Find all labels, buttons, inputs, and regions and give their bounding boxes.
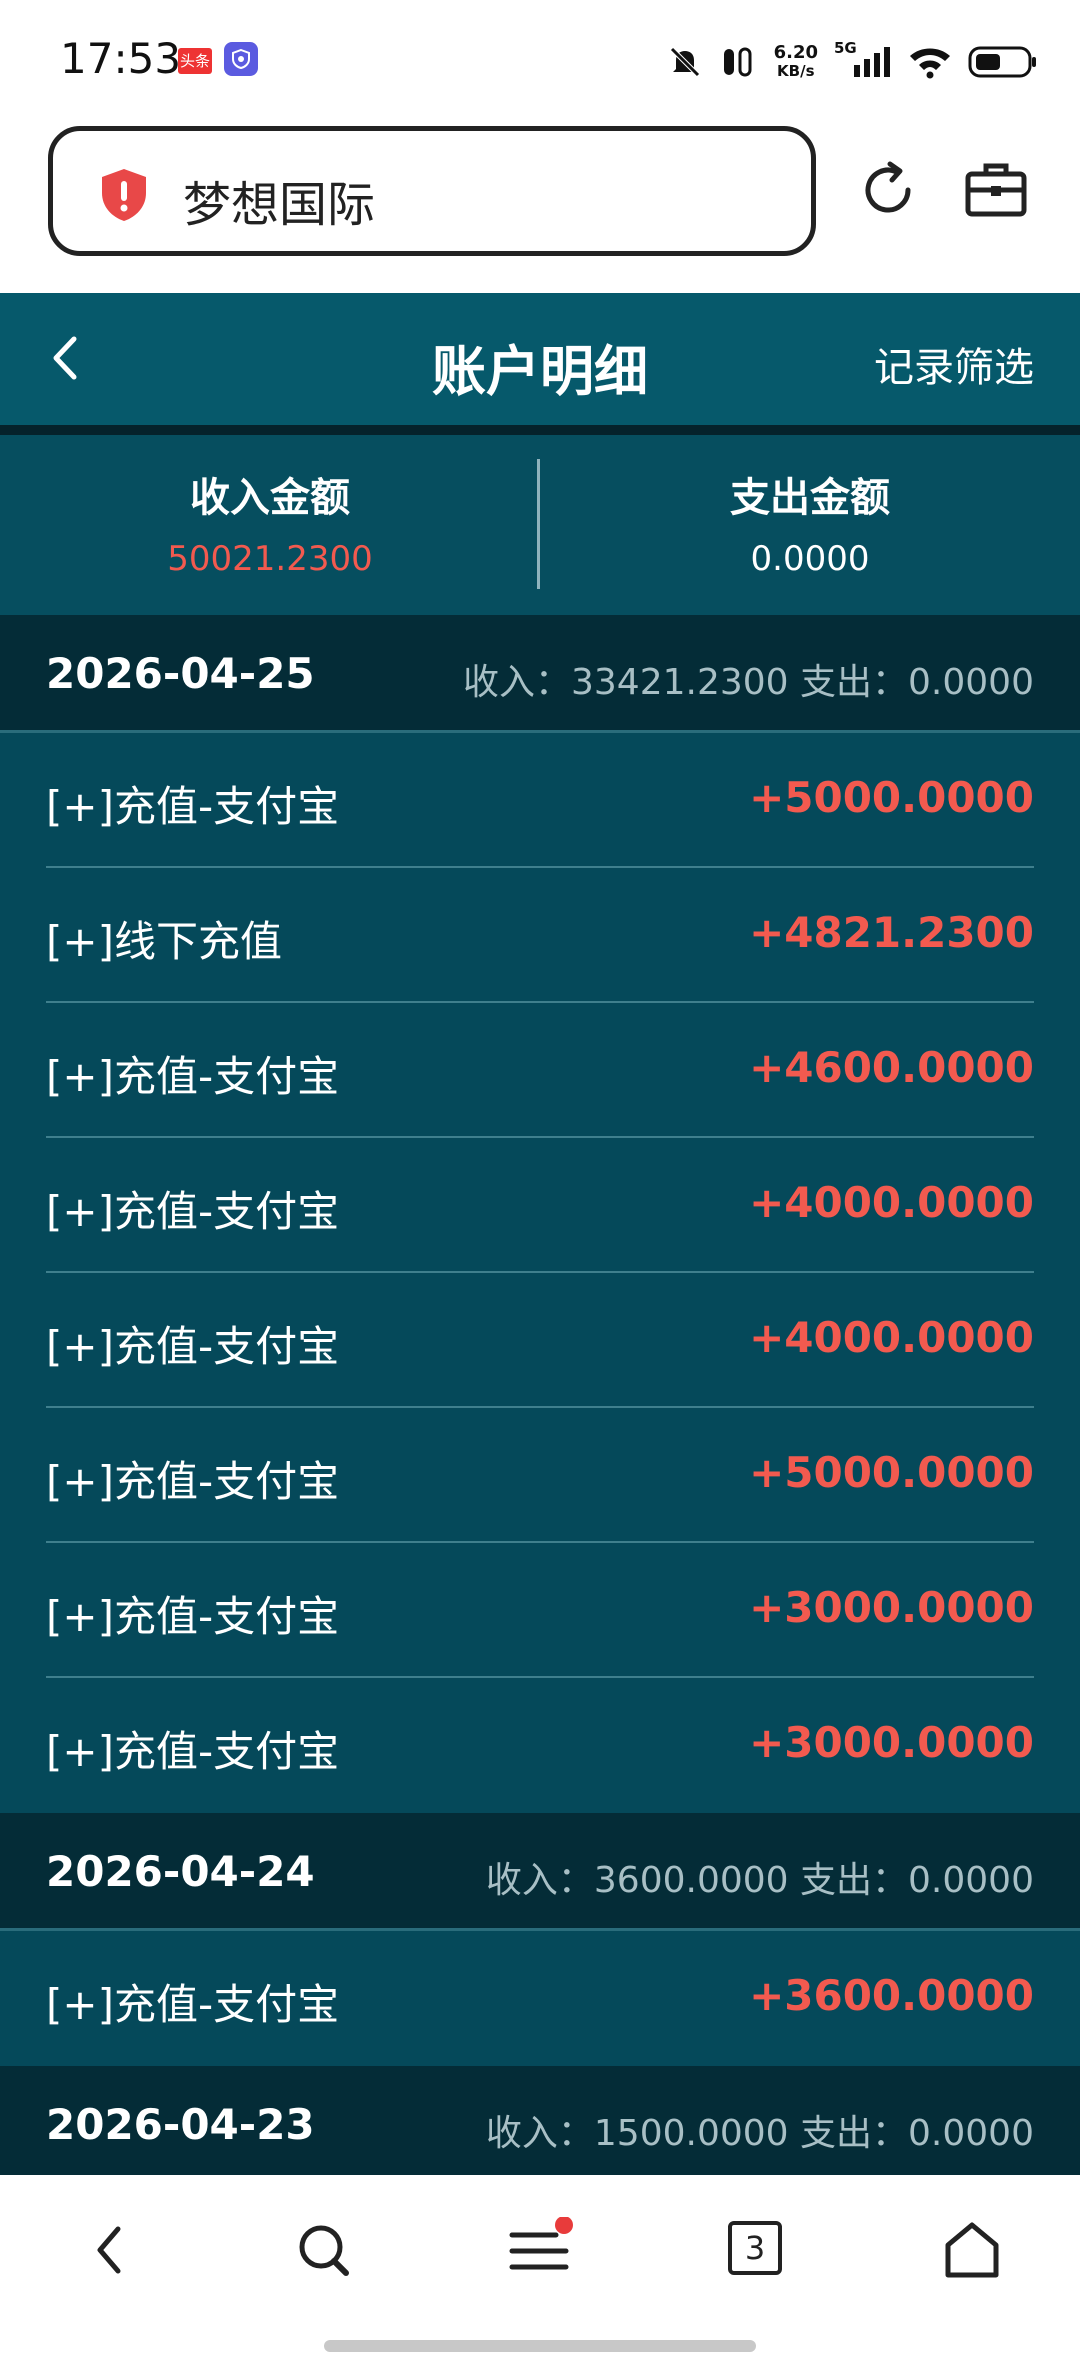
- day-header: 2026-04-24 收入：3600.0000 支出：0.0000: [0, 1813, 1080, 1931]
- day-header: 2026-04-25 收入：33421.2300 支出：0.0000: [0, 615, 1080, 733]
- vpn-shield-badge-icon: [224, 42, 258, 76]
- news-app-badge: 头条: [178, 48, 212, 74]
- transaction-row[interactable]: [+]充值-支付宝 +4000.0000: [0, 1138, 1080, 1273]
- day-date: 2026-04-24: [46, 1847, 315, 1896]
- day-header: 2026-04-23 收入：1500.0000 支出：0.0000: [0, 2066, 1080, 2175]
- signal-icon: 5G: [834, 39, 892, 79]
- wifi-icon: [910, 48, 950, 79]
- mute-icon: [669, 47, 700, 77]
- nav-menu-icon[interactable]: [506, 2217, 576, 2283]
- transaction-amount: +4000.0000: [749, 1178, 1034, 1227]
- transaction-desc: [+]充值-支付宝: [46, 1457, 340, 1506]
- day-summary: 收入：3600.0000 支出：0.0000: [485, 1860, 1034, 1901]
- expense-summary: 支出金额 0.0000: [540, 435, 1080, 615]
- filter-records-button[interactable]: 记录筛选: [874, 335, 1034, 393]
- transaction-amount: +4000.0000: [749, 1313, 1034, 1362]
- site-name: 梦想国际: [183, 177, 376, 233]
- transaction-desc: [+]充值-支付宝: [46, 1187, 340, 1236]
- transaction-row[interactable]: [+]充值-支付宝 +3600.0000: [0, 1931, 1080, 2066]
- transaction-amount: +3000.0000: [749, 1583, 1034, 1632]
- transaction-desc: [+]充值-支付宝: [46, 1052, 340, 1101]
- transaction-desc: [+]充值-支付宝: [46, 1592, 340, 1641]
- income-summary: 收入金额 50021.2300: [0, 435, 540, 615]
- url-bar[interactable]: 梦想国际: [48, 126, 816, 256]
- day-summary: 收入：33421.2300 支出：0.0000: [463, 662, 1034, 703]
- transaction-amount: +5000.0000: [749, 1448, 1034, 1497]
- security-warning-icon: [102, 169, 146, 221]
- transaction-desc: [+]充值-支付宝: [46, 782, 340, 831]
- transaction-row[interactable]: [+]线下充值 +4821.2300: [0, 868, 1080, 1003]
- status-time: 17:53: [60, 34, 182, 83]
- transaction-row[interactable]: [+]充值-支付宝 +5000.0000: [0, 733, 1080, 868]
- transaction-row[interactable]: [+]充值-支付宝 +3000.0000: [0, 1543, 1080, 1678]
- nav-home-icon[interactable]: [940, 2217, 1004, 2283]
- transaction-row[interactable]: [+]充值-支付宝 +5000.0000: [0, 1408, 1080, 1543]
- transaction-desc: [+]充值-支付宝: [46, 1727, 340, 1776]
- transaction-row[interactable]: [+]充值-支付宝 +3000.0000: [0, 1678, 1080, 1813]
- day-summary: 收入：1500.0000 支出：0.0000: [485, 2113, 1034, 2154]
- nav-tabs-button[interactable]: 3: [728, 2221, 782, 2275]
- transaction-desc: [+]线下充值: [46, 917, 282, 966]
- transaction-row[interactable]: [+]充值-支付宝 +4600.0000: [0, 1003, 1080, 1138]
- day-date: 2026-04-23: [46, 2100, 315, 2149]
- transaction-desc: [+]充值-支付宝: [46, 1322, 340, 1371]
- day-date: 2026-04-25: [46, 649, 315, 698]
- earbuds-icon: [723, 47, 752, 77]
- header-divider: [0, 425, 1080, 435]
- nav-search-icon[interactable]: [294, 2217, 354, 2283]
- transaction-amount: +3000.0000: [749, 1718, 1034, 1767]
- income-value: 50021.2300: [167, 539, 373, 579]
- summary-panel: 收入金额 50021.2300 支出金额 0.0000: [0, 435, 1080, 615]
- transaction-amount: +5000.0000: [749, 773, 1034, 822]
- transaction-amount: +3600.0000: [749, 1971, 1034, 2020]
- transaction-amount: +4821.2300: [749, 908, 1034, 957]
- network-speed: 6.20 KB/s: [773, 42, 818, 81]
- reload-icon[interactable]: [856, 158, 920, 222]
- transaction-row[interactable]: [+]充值-支付宝 +4000.0000: [0, 1273, 1080, 1408]
- toolbox-icon[interactable]: [964, 160, 1028, 220]
- income-label: 收入金额: [190, 475, 350, 521]
- expense-label: 支出金额: [730, 475, 890, 521]
- nav-back-icon[interactable]: [84, 2217, 134, 2283]
- transaction-list[interactable]: 2026-04-25 收入：33421.2300 支出：0.0000 [+]充值…: [0, 615, 1080, 2175]
- home-indicator[interactable]: [324, 2340, 756, 2352]
- page-header: 账户明细 记录筛选: [0, 293, 1080, 425]
- status-icons: 6.20 KB/s 5G: [668, 38, 1038, 86]
- transaction-amount: +4600.0000: [749, 1043, 1034, 1092]
- status-bar: 17:53 头条 6.20 KB/s 5G: [0, 0, 1080, 120]
- expense-value: 0.0000: [750, 539, 870, 579]
- transaction-desc: [+]充值-支付宝: [46, 1980, 340, 2029]
- battery-icon: [968, 46, 1036, 78]
